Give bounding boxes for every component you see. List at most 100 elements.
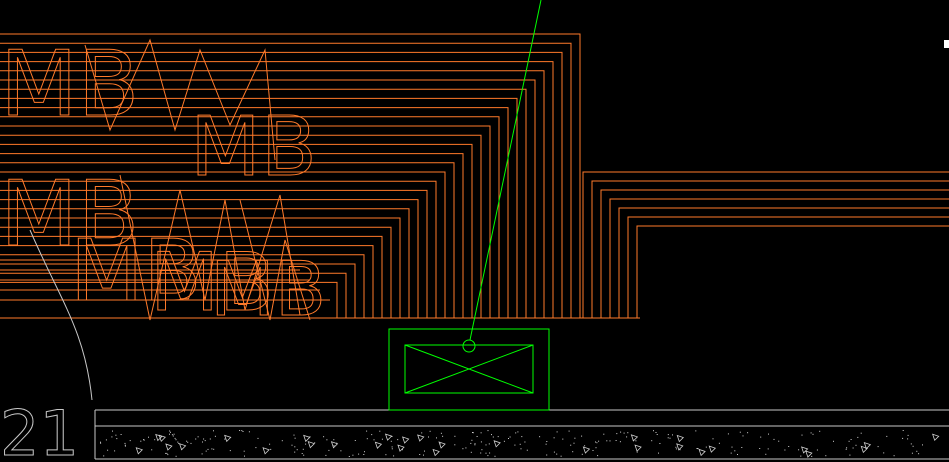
aggregate-dot: [520, 448, 522, 450]
aggregate-dot: [419, 454, 421, 455]
aggregate-dot: [877, 446, 879, 448]
aggregate-dot: [454, 444, 456, 446]
viewport-edge-grip[interactable]: [944, 40, 949, 48]
aggregate-dot: [187, 441, 189, 443]
aggregate-dot: [326, 439, 328, 441]
aggregate-dot: [269, 443, 271, 445]
aggregate-dot: [509, 436, 511, 438]
aggregate-dot: [470, 442, 472, 444]
aggregate-dot: [695, 430, 697, 432]
aggregate-dot: [595, 441, 596, 443]
aggregate-dot: [294, 437, 296, 439]
aggregate-dot: [669, 437, 671, 439]
aggregate-dot: [517, 431, 519, 433]
aggregate-dot: [105, 439, 107, 441]
aggregate-dot: [170, 431, 171, 433]
aggregate-dot: [358, 453, 360, 455]
aggregate-dot: [651, 440, 653, 442]
aggregate-dot: [397, 439, 399, 441]
aggregate-dot: [800, 455, 802, 457]
aggregate-dot: [481, 449, 483, 451]
aggregate-dot: [675, 448, 677, 450]
aggregate-dot: [737, 454, 738, 455]
aggregate-dot: [197, 436, 199, 438]
aggregate-dot: [124, 444, 126, 446]
aggregate-dot: [562, 438, 564, 440]
aggregate-dot: [169, 433, 170, 435]
circuit-tag-label: MB: [210, 245, 326, 333]
aggregate-dot: [354, 440, 356, 441]
aggregate-dot: [213, 430, 214, 432]
aggregate-dot: [519, 443, 521, 445]
aggregate-dot: [860, 432, 862, 434]
aggregate-dot: [489, 452, 491, 454]
aggregate-dot: [768, 433, 769, 435]
aggregate-dot: [257, 437, 259, 439]
aggregate-dot: [352, 454, 354, 456]
aggregate-dot: [203, 438, 205, 440]
aggregate-dot: [100, 441, 101, 443]
aggregate-dot: [480, 452, 482, 454]
aggregate-dot: [497, 436, 499, 438]
aggregate-dot: [224, 438, 226, 440]
aggregate-dot: [918, 453, 920, 455]
aggregate-dot: [120, 434, 122, 435]
aggregate-dot: [606, 440, 608, 442]
aggregate-dot: [424, 450, 425, 452]
aggregate-dot: [201, 453, 203, 455]
aggregate-dot: [229, 450, 231, 452]
aggregate-dot: [658, 452, 659, 454]
aggregate-dot: [471, 439, 473, 441]
aggregate-dot: [366, 430, 368, 432]
aggregate-dot: [784, 449, 786, 451]
aggregate-dot: [474, 443, 476, 445]
aggregate-dot: [488, 443, 490, 445]
aggregate-dot: [656, 434, 658, 435]
cad-drawing-canvas[interactable]: MB MB MB MB MB MB 21: [0, 0, 949, 462]
aggregate-dot: [241, 430, 243, 432]
aggregate-dot: [916, 450, 918, 452]
aggregate-dot: [893, 455, 895, 457]
aggregate-dot: [470, 451, 472, 453]
aggregate-dot: [381, 438, 383, 440]
aggregate-dot: [635, 440, 637, 442]
aggregate-dot: [175, 439, 177, 441]
aggregate-dot: [485, 444, 487, 446]
aggregate-dot: [371, 434, 373, 436]
aggregate-dot: [739, 431, 741, 433]
aggregate-dot: [296, 449, 298, 451]
aggregate-dot: [213, 448, 215, 450]
aggregate-dot: [514, 444, 516, 446]
aggregate-dot: [759, 448, 761, 449]
aggregate-dot: [556, 431, 558, 433]
aggregate-dot: [436, 437, 437, 439]
aggregate-dot: [503, 440, 505, 442]
circuit-tag-label: MB: [0, 32, 139, 137]
aggregate-dot: [902, 437, 904, 439]
aggregate-dot: [584, 445, 586, 447]
aggregate-dot: [773, 438, 775, 440]
aggregate-dot: [177, 441, 179, 443]
aggregate-dot: [209, 438, 211, 440]
aggregate-dot: [174, 437, 176, 439]
aggregate-dot: [623, 432, 625, 434]
aggregate-dot: [742, 435, 744, 437]
aggregate-dot: [480, 441, 482, 443]
circuit-tag-label: MB: [190, 100, 317, 195]
aggregate-dot: [390, 440, 392, 442]
aggregate-dot: [114, 450, 116, 452]
aggregate-dot: [553, 437, 555, 439]
aggregate-dot: [485, 452, 487, 454]
aggregate-dot: [348, 456, 350, 457]
aggregate-dot: [696, 448, 698, 449]
aggregate-dot: [659, 443, 661, 444]
aggregate-dot: [379, 430, 381, 432]
aggregate-dot: [333, 439, 335, 441]
dimension-text: 21: [0, 397, 79, 462]
aggregate-dot: [323, 436, 325, 438]
aggregate-dot: [883, 452, 885, 454]
aggregate-dot: [423, 454, 424, 456]
aggregate-dot: [697, 448, 699, 450]
aggregate-dot: [581, 435, 583, 437]
aggregate-dot: [293, 434, 295, 436]
